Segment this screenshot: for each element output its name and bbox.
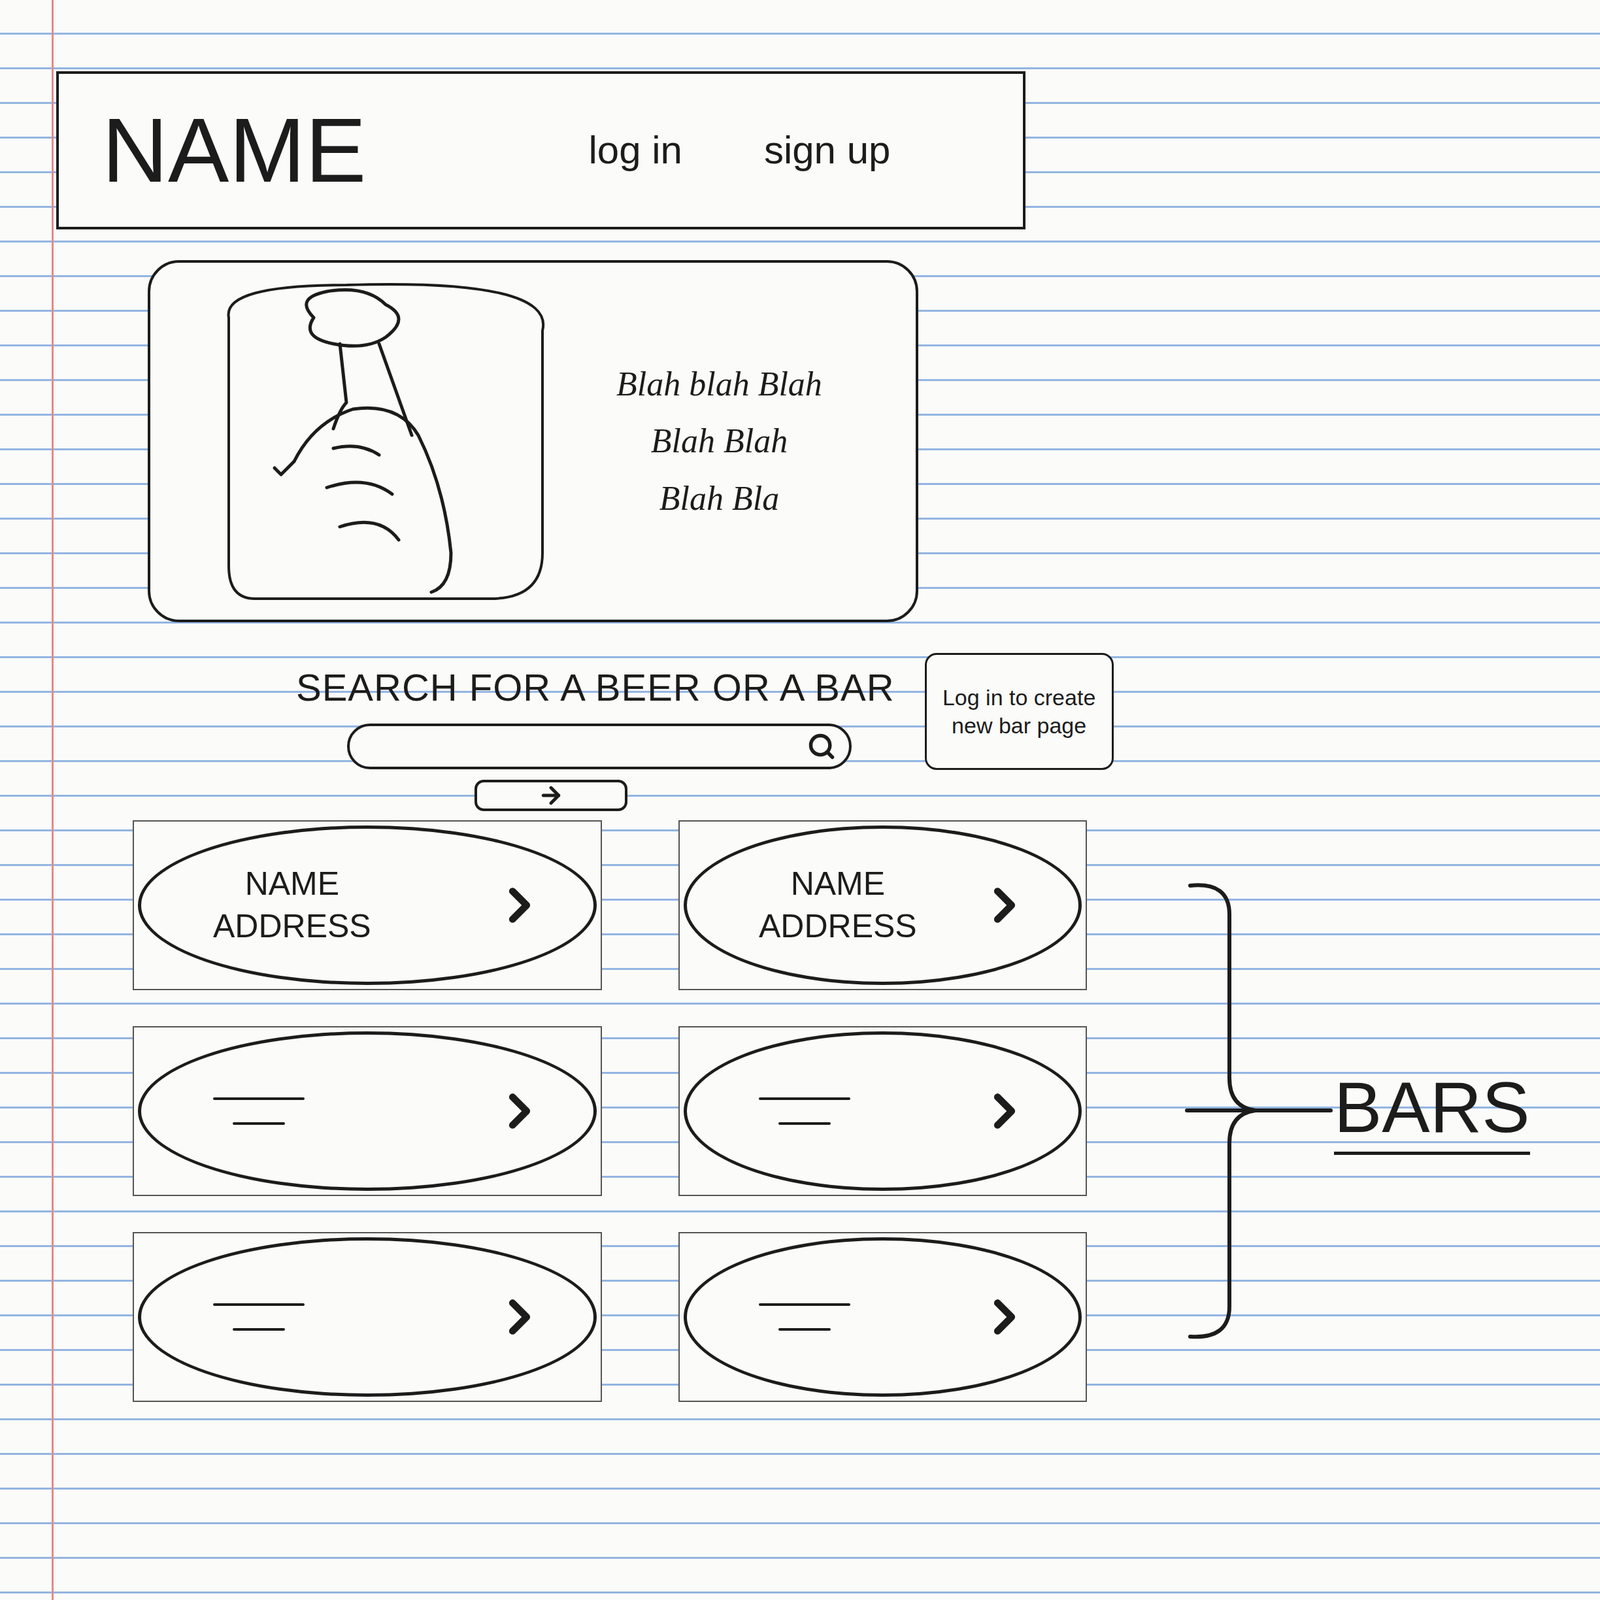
hero-line: Blah Bla [659,479,780,517]
beer-hand-sketch-icon [215,278,558,605]
bar-card-text: NAME ADDRESS [213,866,372,945]
site-header: NAME log in sign up [56,71,1026,230]
placeholder-lines [213,1303,305,1331]
placeholder-lines [758,1097,851,1125]
hero-card: Blah blah Blah Blah Blah Blah Bla [147,260,919,623]
search-column: SEARCH FOR A BEER OR A BAR [296,662,895,812]
bar-card-link[interactable]: NAME ADDRESS [137,825,597,985]
chevron-right-icon [976,1288,1033,1346]
bar-card-link[interactable] [683,1237,1082,1397]
curly-brace-icon [1183,881,1334,1341]
chevron-right-icon [976,1083,1033,1140]
nav-link[interactable]: log in [588,126,682,174]
bar-address: ADDRESS [213,908,372,945]
placeholder-line [758,1303,851,1306]
nav-link[interactable]: sign up [764,126,891,174]
site-logo[interactable]: NAME [101,100,367,201]
bar-name: NAME [245,866,340,902]
bar-card: NAME ADDRESS [678,820,1087,991]
search-field[interactable] [347,723,852,770]
chevron-right-icon [491,1288,548,1346]
bar-card-link[interactable] [137,1237,597,1397]
search-icon [807,732,836,761]
placeholder-line [778,1122,831,1125]
placeholder-line [213,1303,305,1306]
bar-card [132,1232,602,1402]
bar-card-text: NAME ADDRESS [758,866,917,945]
create-bar-note[interactable]: Log in to create new bar page [924,652,1114,770]
bar-card [678,1026,1087,1197]
placeholder-line [232,1328,285,1331]
placeholder-line [213,1097,305,1100]
placeholder-line [778,1328,831,1331]
arrow-right-icon [537,782,565,809]
search-label: SEARCH FOR A BEER OR A BAR [296,662,895,712]
search-button[interactable] [474,779,628,812]
bar-card: NAME ADDRESS [132,820,602,991]
bar-card [132,1026,602,1197]
bars-label: BARS [1333,1067,1531,1155]
hero-text: Blah blah Blah Blah Blah Blah Bla [616,365,823,517]
placeholder-lines [213,1097,305,1125]
bar-address: ADDRESS [758,908,917,945]
bars-section: NAME ADDRESS NAME ADDRESS BARS [132,820,1600,1402]
bar-card-link[interactable] [137,1031,597,1191]
chevron-right-icon [491,1083,548,1140]
bar-card-link[interactable] [683,1031,1082,1191]
placeholder-line [232,1122,285,1125]
search-section: SEARCH FOR A BEER OR A BARLog in to crea… [296,662,1600,812]
bars-grid: NAME ADDRESS NAME ADDRESS [132,820,1087,1402]
bar-card-link[interactable]: NAME ADDRESS [683,825,1082,985]
hero-line: Blah blah Blah [616,365,823,403]
chevron-right-icon [491,877,548,934]
hero-line: Blah Blah [650,422,788,460]
auth-nav: log in sign up [588,126,891,174]
paper-page: NAME log in sign up Blah blah Blah Blah Blah… [0,0,1600,1600]
bar-card [678,1232,1087,1402]
bars-annotation: BARS [1183,881,1531,1341]
bar-name: NAME [790,866,885,902]
placeholder-lines [758,1303,851,1331]
chevron-right-icon [976,877,1033,934]
placeholder-line [758,1097,851,1100]
